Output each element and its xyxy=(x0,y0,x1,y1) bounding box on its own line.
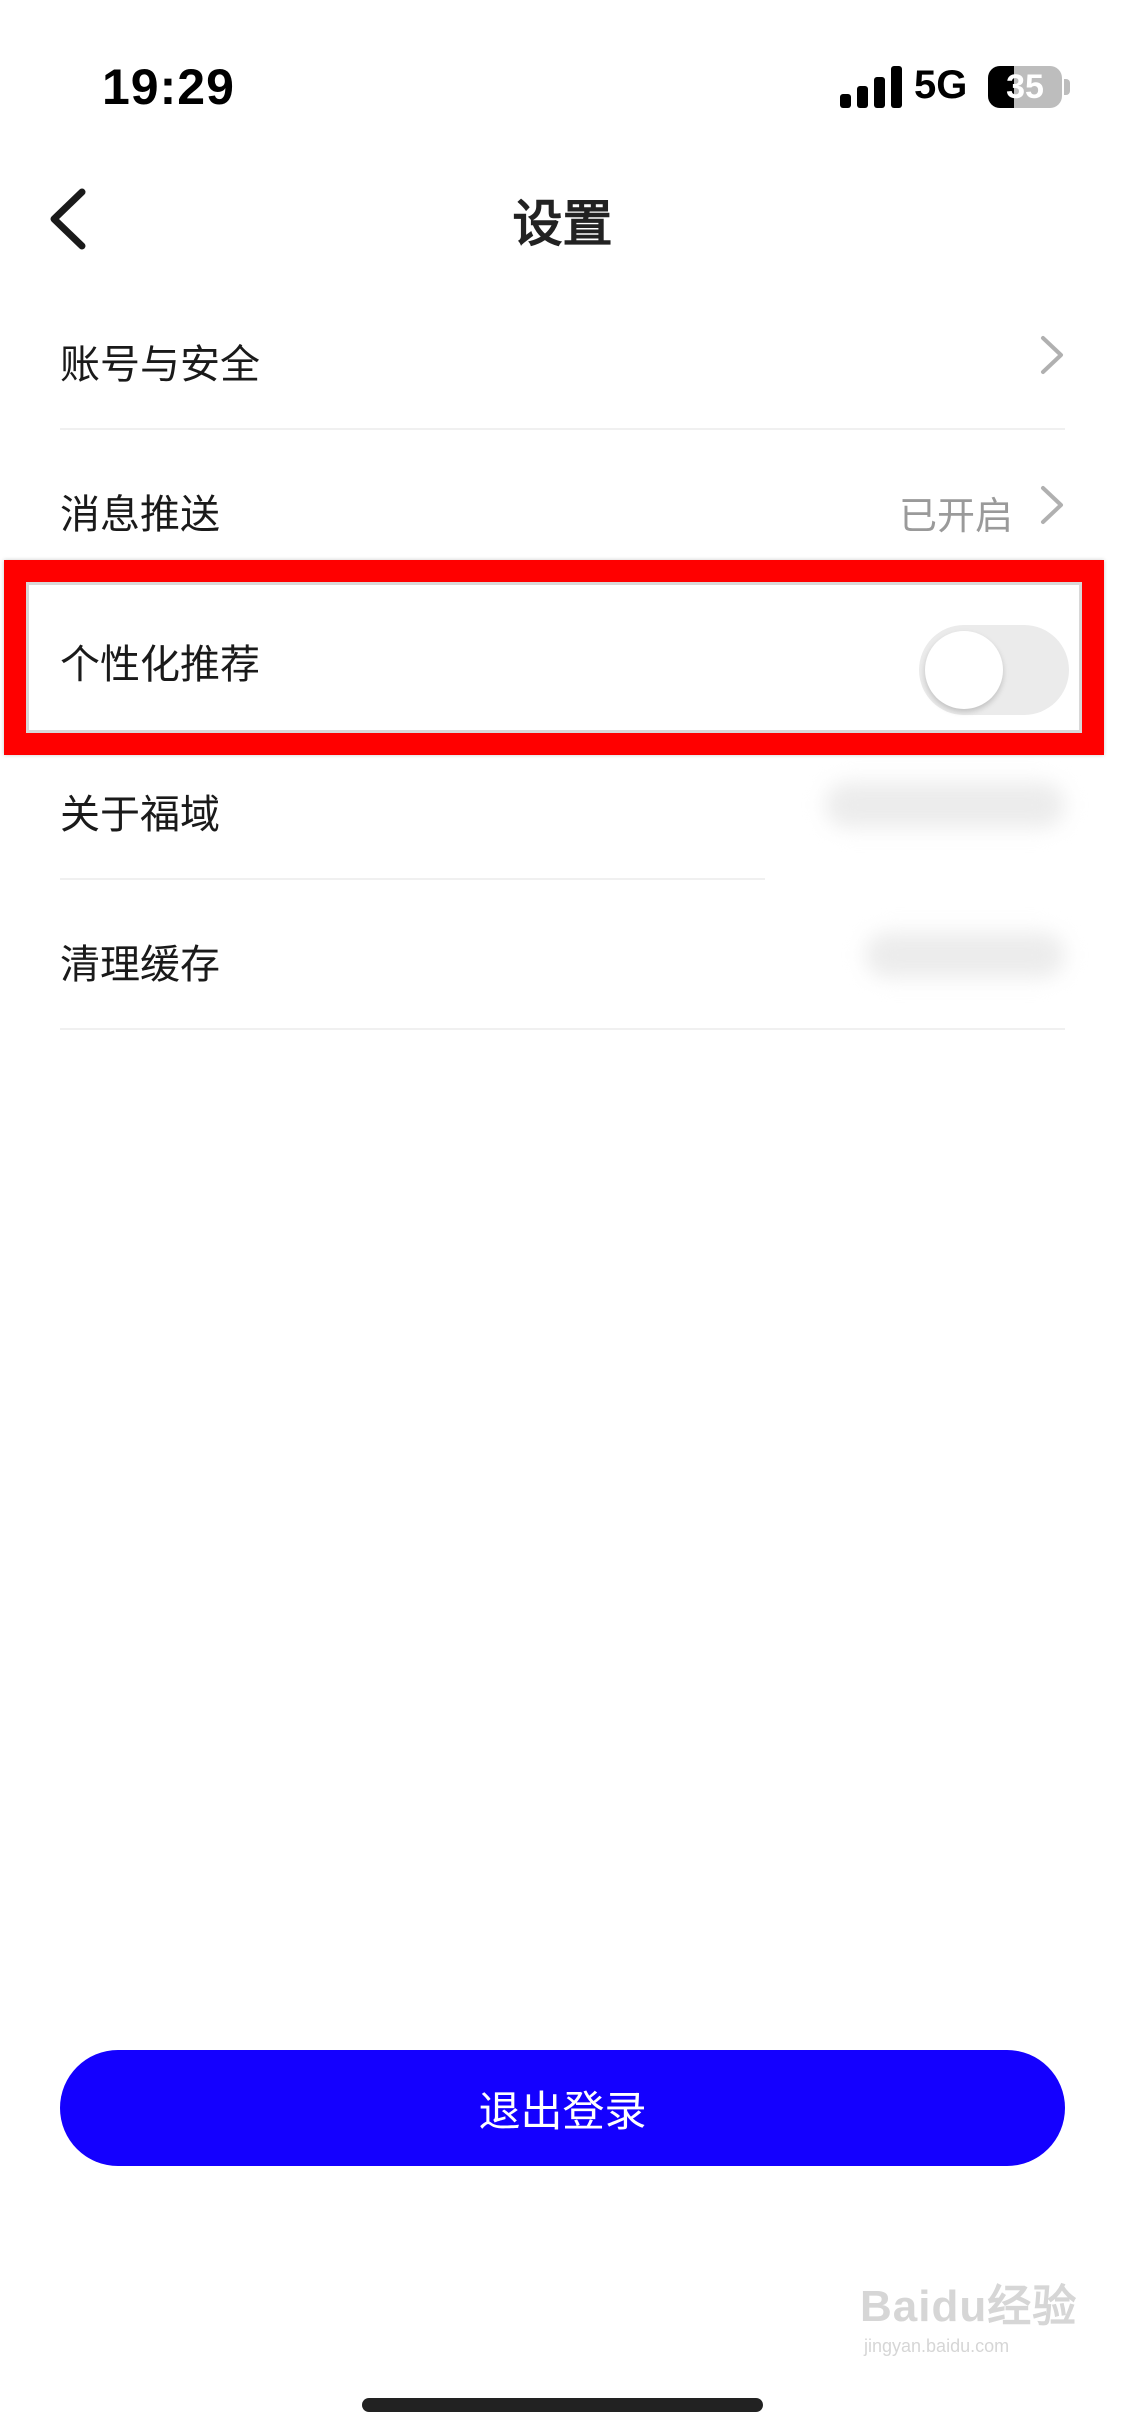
cellular-signal-icon xyxy=(840,66,902,108)
settings-item-label: 个性化推荐 xyxy=(60,643,260,687)
settings-item-clear-cache[interactable]: 清理缓存 xyxy=(0,880,1125,1030)
baidu-jingyan-watermark: Baidu经验 jingyan.baidu.com xyxy=(860,2270,1080,2370)
blurred-value xyxy=(825,782,1065,828)
personalized-recommendation-toggle[interactable] xyxy=(919,625,1069,715)
page-title: 设置 xyxy=(512,196,613,252)
network-type: 5G xyxy=(914,63,968,107)
toggle-knob xyxy=(925,631,1003,709)
settings-item-push-notifications[interactable]: 消息推送 已开启 xyxy=(0,430,1125,580)
settings-item-label: 消息推送 xyxy=(60,493,220,537)
home-indicator[interactable] xyxy=(362,2398,763,2412)
watermark-brand: Baidu经验 xyxy=(860,2282,1078,2331)
settings-item-label: 清理缓存 xyxy=(60,943,220,987)
blurred-value xyxy=(865,932,1065,978)
watermark-url: jingyan.baidu.com xyxy=(864,2336,1010,2356)
nav-bar: 设置 xyxy=(0,160,1125,280)
battery-percent: 35 xyxy=(1006,68,1044,106)
chevron-right-icon xyxy=(1041,486,1063,524)
settings-item-label: 关于福域 xyxy=(60,793,220,837)
status-time: 19:29 xyxy=(102,59,235,115)
status-bar: 19:29 5G 35 xyxy=(0,0,1125,150)
settings-item-account-security[interactable]: 账号与安全 xyxy=(0,280,1125,430)
battery-icon: 35 xyxy=(988,66,1070,108)
settings-item-label: 账号与安全 xyxy=(60,343,260,387)
settings-item-personalized-recommendation: 个性化推荐 xyxy=(0,580,1125,730)
logout-button[interactable]: 退出登录 xyxy=(60,2050,1065,2166)
settings-item-about[interactable]: 关于福域 xyxy=(0,730,1125,880)
settings-item-value: 已开启 xyxy=(898,496,1013,538)
chevron-right-icon xyxy=(1041,336,1063,374)
row-divider xyxy=(60,1028,1065,1030)
